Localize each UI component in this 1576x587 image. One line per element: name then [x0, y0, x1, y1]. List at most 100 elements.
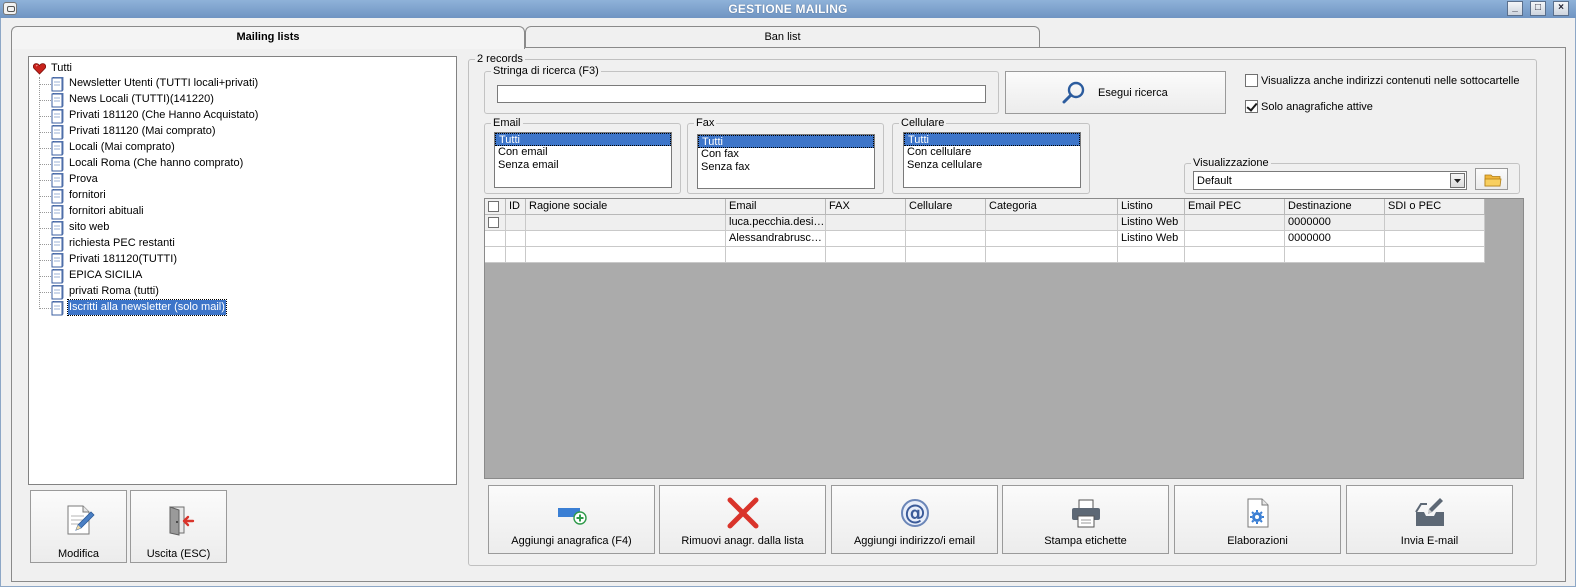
table-cell: 0000000	[1285, 215, 1385, 231]
list-item[interactable]: Tutti	[698, 135, 874, 148]
send-email-button[interactable]: Invia E-mail	[1346, 485, 1513, 554]
print-labels-button[interactable]: Stampa etichette	[1002, 485, 1169, 554]
open-folder-button[interactable]	[1475, 168, 1508, 190]
cell-filter-list[interactable]: Tutti Con cellulare Senza cellulare	[903, 132, 1081, 188]
table-cell	[1385, 231, 1485, 247]
tree-item[interactable]: Privati 181120 (Che Hanno Acquistato)	[39, 108, 439, 124]
tree-connector	[39, 116, 51, 117]
table-cell: Listino Web	[1118, 215, 1185, 231]
tab-ban-list[interactable]: Ban list	[525, 26, 1040, 47]
records-grid[interactable]: ID Ragione sociale Email FAX Cellulare Catego…	[484, 198, 1524, 479]
close-button[interactable]: ×	[1553, 1, 1569, 16]
table-cell	[1385, 215, 1485, 231]
tree-root-label: Tutti	[51, 62, 72, 74]
tree-item[interactable]: EPICA SICILIA	[39, 268, 439, 284]
tree-connector	[39, 100, 51, 101]
column-header[interactable]: FAX	[826, 199, 906, 215]
table-cell	[1185, 247, 1285, 263]
mailing-list-tree[interactable]: Tutti Newsletter Utenti (TUTTI locali+pr…	[28, 56, 457, 485]
view-select[interactable]: Default	[1193, 171, 1467, 190]
row-checkbox-cell[interactable]	[485, 231, 506, 247]
tree-item[interactable]: privati Roma (tutti)	[39, 284, 439, 300]
remove-record-button[interactable]: Rimuovi anagr. dalla lista	[659, 485, 826, 554]
column-header[interactable]: Listino	[1118, 199, 1185, 215]
select-all-checkbox-cell[interactable]	[485, 199, 506, 215]
tree-item[interactable]: Privati 181120 (Mai comprato)	[39, 124, 439, 140]
tree-item-label: Privati 181120 (Che Hanno Acquistato)	[69, 109, 259, 121]
table-cell	[1285, 247, 1385, 263]
table-cell	[506, 215, 526, 231]
exit-button[interactable]: Uscita (ESC)	[130, 490, 227, 563]
row-checkbox-cell[interactable]	[485, 215, 506, 231]
tree-item-label: Locali (Mai comprato)	[69, 141, 175, 153]
tree-item[interactable]: Iscritti alla newsletter (solo mail)	[39, 299, 439, 316]
search-input[interactable]	[497, 85, 986, 103]
tree-item-label: richiesta PEC restanti	[69, 237, 175, 249]
tree-item[interactable]: Privati 181120(TUTTI)	[39, 252, 439, 268]
list-item[interactable]: Senza fax	[698, 161, 874, 174]
list-item[interactable]: Con email	[495, 146, 671, 159]
tree-item[interactable]: Prova	[39, 172, 439, 188]
chevron-down-icon[interactable]	[1450, 173, 1465, 188]
column-header[interactable]: Cellulare	[906, 199, 986, 215]
tree-item[interactable]: fornitori abituali	[39, 204, 439, 220]
column-header[interactable]: Email PEC	[1185, 199, 1285, 215]
tree-connector	[39, 308, 51, 309]
tree-item[interactable]: Locali Roma (Che hanno comprato)	[39, 156, 439, 172]
subfolders-checkbox[interactable]	[1245, 74, 1258, 87]
list-item[interactable]: Tutti	[495, 133, 671, 146]
select-all-checkbox[interactable]	[488, 201, 499, 212]
tree-item[interactable]: Locali (Mai comprato)	[39, 140, 439, 156]
table-cell	[826, 215, 906, 231]
window-title: GESTIONE MAILING	[728, 2, 848, 16]
document-icon	[51, 205, 64, 220]
process-button[interactable]: Elaborazioni	[1174, 485, 1341, 554]
add-email-button[interactable]: @ Aggiungi indirizzo/i email	[831, 485, 998, 554]
active-only-checkbox[interactable]	[1245, 100, 1258, 113]
magnifier-icon	[1062, 81, 1085, 104]
column-header[interactable]: Ragione sociale	[526, 199, 726, 215]
tree-item[interactable]: richiesta PEC restanti	[39, 236, 439, 252]
table-cell: 0000000	[1285, 231, 1385, 247]
list-item[interactable]: Con fax	[698, 148, 874, 161]
maximize-button[interactable]: □	[1530, 1, 1546, 16]
tree-item-label: Locali Roma (Che hanno comprato)	[69, 157, 244, 169]
document-icon	[51, 125, 64, 140]
search-button-label: Esegui ricerca	[1098, 87, 1168, 99]
tree-item[interactable]: fornitori	[39, 188, 439, 204]
column-header[interactable]: ID	[506, 199, 526, 215]
column-header[interactable]: Destinazione	[1285, 199, 1385, 215]
add-record-button[interactable]: Aggiungi anagrafica (F4)	[488, 485, 655, 554]
edit-button[interactable]: Modifica	[30, 490, 127, 563]
column-header[interactable]: Email	[726, 199, 826, 215]
tree-item-label: privati Roma (tutti)	[69, 285, 159, 297]
tree-item-label: EPICA SICILIA	[69, 269, 143, 281]
list-item[interactable]: Senza email	[495, 159, 671, 172]
document-icon	[51, 109, 64, 124]
table-cell: luca.pecchia.desi…	[726, 215, 826, 231]
view-select-value: Default	[1197, 175, 1232, 187]
search-button[interactable]: Esegui ricerca	[1005, 71, 1226, 114]
window-titlebar: GESTIONE MAILING _ □ ×	[0, 0, 1576, 18]
tab-mailing-lists[interactable]: Mailing lists	[11, 26, 525, 49]
tree-item-label: Iscritti alla newsletter (solo mail)	[67, 299, 227, 316]
fax-filter-list[interactable]: Tutti Con fax Senza fax	[697, 134, 875, 189]
column-header[interactable]: SDI o PEC	[1385, 199, 1485, 215]
table-cell	[1385, 247, 1485, 263]
minimize-button[interactable]: _	[1507, 1, 1523, 16]
add-record-label: Aggiungi anagrafica (F4)	[511, 535, 632, 547]
list-item[interactable]: Tutti	[904, 133, 1080, 146]
list-item[interactable]: Senza cellulare	[904, 159, 1080, 172]
tree-item[interactable]: Newsletter Utenti (TUTTI locali+privati)	[39, 76, 439, 92]
column-header[interactable]: Categoria	[986, 199, 1118, 215]
tree-connector	[39, 84, 51, 85]
document-icon	[51, 269, 64, 284]
tree-item[interactable]: sito web	[39, 220, 439, 236]
table-cell	[826, 231, 906, 247]
list-item[interactable]: Con cellulare	[904, 146, 1080, 159]
email-filter-list[interactable]: Tutti Con email Senza email	[494, 132, 672, 188]
row-checkbox[interactable]	[488, 217, 499, 228]
tree-item[interactable]: News Locali (TUTTI)(141220)	[39, 92, 439, 108]
search-group-label: Stringa di ricerca (F3)	[491, 65, 601, 77]
row-checkbox-cell[interactable]	[485, 247, 506, 263]
